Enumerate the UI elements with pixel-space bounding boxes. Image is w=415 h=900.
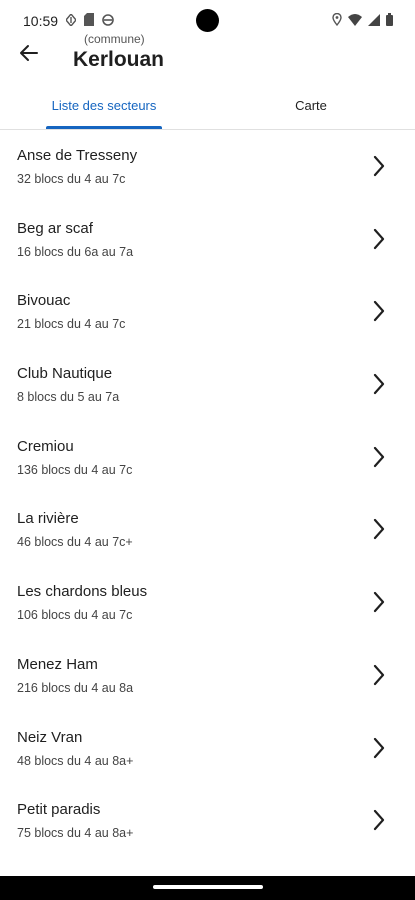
list-item[interactable]: Beg ar scaf 16 blocs du 6a au 7a: [0, 203, 415, 276]
chevron-right-icon: [373, 373, 385, 395]
chevron-right-icon: [373, 301, 385, 322]
list-item[interactable]: Bivouac 21 blocs du 4 au 7c: [0, 275, 415, 348]
chevron-right-icon: [373, 519, 385, 540]
gesture-handle[interactable]: [153, 885, 263, 889]
sector-name: Anse de Tresseny: [17, 147, 138, 164]
location-icon: [332, 13, 342, 26]
chevron-right-icon: [373, 592, 385, 613]
sector-name: Beg ar scaf: [17, 219, 93, 237]
sector-list: Anse de Tresseny 32 blocs du 4 au 7c Beg…: [0, 130, 415, 857]
list-item[interactable]: Neiz Vran 48 blocs du 4 au 8a+: [0, 712, 415, 785]
sim-card-icon: [84, 13, 94, 26]
list-item[interactable]: Petit paradis 75 blocs du 4 au 8a+: [0, 784, 415, 857]
sector-detail: 21 blocs du 4 au 7c: [17, 317, 126, 332]
page-title: Kerlouan: [73, 48, 165, 71]
list-item[interactable]: Anse de Tresseny 32 blocs du 4 au 7c: [0, 130, 415, 203]
list-item[interactable]: Les chardons bleus 106 blocs du 4 au 7c: [0, 566, 415, 639]
navigation-icon: [66, 13, 76, 26]
sector-detail: 48 blocs du 4 au 8a+: [17, 753, 134, 768]
status-left-icons: [66, 13, 114, 26]
status-time: 10:59: [23, 13, 59, 29]
sector-name: La rivière: [17, 510, 79, 528]
chevron-right-icon: [373, 664, 385, 685]
list-item[interactable]: Menez Ham 216 blocs du 4 au 8a: [0, 639, 415, 712]
list-item[interactable]: Cremiou 136 blocs du 4 au 7c: [0, 421, 415, 494]
sector-name: Menez Ham: [17, 655, 98, 673]
sector-name: Neiz Vran: [17, 728, 83, 746]
sector-name: Les chardons bleus: [17, 583, 148, 601]
sector-detail: 216 blocs du 4 au 8a: [17, 680, 134, 695]
list-item[interactable]: Club Nautique 8 blocs du 5 au 7a: [0, 348, 415, 421]
sector-detail: 106 blocs du 4 au 7c: [17, 608, 133, 623]
sector-detail: 136 blocs du 4 au 7c: [17, 462, 133, 477]
tab-sector-list[interactable]: Liste des secteurs: [30, 82, 178, 129]
sector-detail: 8 blocs du 5 au 7a: [17, 390, 120, 405]
sector-name: Club Nautique: [17, 365, 113, 383]
sector-detail: 46 blocs du 4 au 7c+: [17, 535, 133, 550]
front-camera: [196, 9, 219, 32]
sector-name: Cremiou: [17, 437, 74, 455]
chevron-right-icon: [373, 810, 385, 831]
battery-icon: [386, 13, 393, 26]
chevron-right-icon: [373, 737, 385, 758]
chevron-right-icon: [373, 446, 385, 467]
sector-detail: 16 blocs du 6a au 7a: [17, 244, 134, 259]
header-subtitle: (commune): [84, 32, 145, 46]
sector-detail: 75 blocs du 4 au 8a+: [17, 826, 134, 841]
system-nav-bar: [0, 876, 415, 900]
app-header: (commune) Kerlouan: [0, 30, 415, 80]
sector-name: Petit paradis: [17, 801, 101, 819]
status-right-icons: [332, 13, 393, 26]
arrow-back-icon: [20, 45, 38, 61]
list-item[interactable]: La rivière 46 blocs du 4 au 7c+: [0, 493, 415, 566]
sector-detail: 32 blocs du 4 au 7c: [17, 172, 126, 186]
wifi-icon: [348, 13, 362, 26]
chevron-right-icon: [373, 155, 385, 177]
chevron-right-icon: [373, 228, 385, 249]
signal-icon: [368, 13, 380, 26]
shield-icon: [102, 13, 114, 26]
back-button[interactable]: [16, 40, 42, 66]
active-tab-indicator: [46, 126, 162, 129]
sector-name: Bivouac: [17, 292, 71, 310]
tab-map[interactable]: Carte: [237, 82, 385, 129]
tab-bar: Liste des secteurs Carte: [0, 82, 415, 130]
